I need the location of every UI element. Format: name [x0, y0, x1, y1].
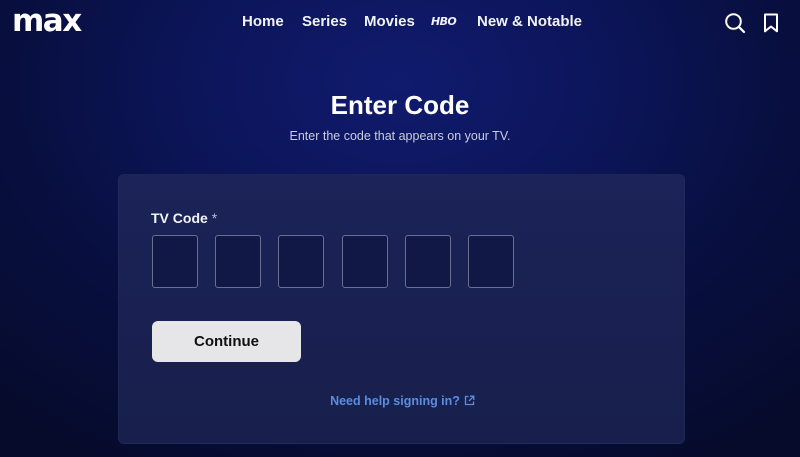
tv-code-label: TV Code * [151, 210, 217, 226]
help-link-text[interactable]: Need help signing in? [330, 394, 460, 408]
page-subtitle: Enter the code that appears on your TV. [289, 129, 511, 143]
continue-button[interactable]: Continue [152, 321, 301, 362]
code-entry-card: TV Code * Continue Need help signing in? [118, 174, 685, 444]
search-icon[interactable] [724, 12, 746, 34]
max-logo[interactable]: max [12, 4, 82, 38]
page-title: Enter Code [330, 90, 470, 120]
nav-item-hbo[interactable]: HBO [431, 13, 457, 31]
code-digit-4[interactable] [342, 235, 388, 288]
code-digit-1[interactable] [152, 235, 198, 288]
tv-code-label-text: TV Code [151, 210, 208, 226]
top-navigation-bar: max Home Series Movies HBO New & Notable [0, 0, 800, 44]
nav-item-new-notable[interactable]: New & Notable [477, 13, 582, 31]
code-digit-6[interactable] [468, 235, 514, 288]
nav-item-home[interactable]: Home [242, 13, 284, 31]
code-digit-5[interactable] [405, 235, 451, 288]
code-digit-3[interactable] [278, 235, 324, 288]
required-marker: * [211, 210, 218, 226]
bookmark-icon[interactable] [763, 13, 779, 33]
external-link-icon [464, 395, 475, 406]
help-signing-in-link[interactable]: Need help signing in? [119, 394, 686, 408]
nav-item-series[interactable]: Series [302, 13, 347, 31]
code-digit-2[interactable] [215, 235, 261, 288]
nav-item-movies[interactable]: Movies [364, 13, 415, 31]
